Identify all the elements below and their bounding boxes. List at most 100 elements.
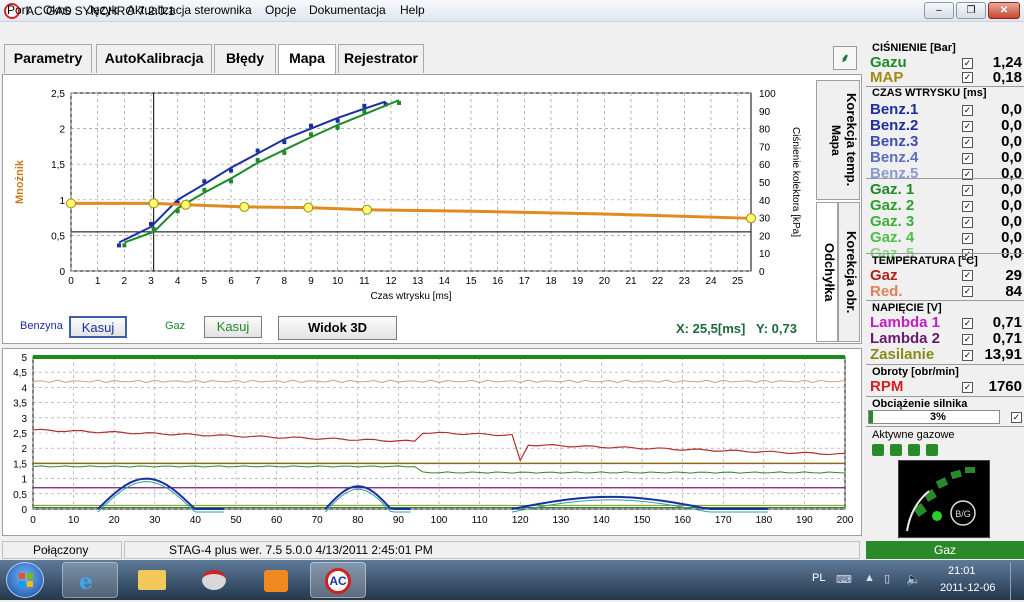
gaz-1-checkbox[interactable]: ✓: [962, 185, 973, 196]
temp-red-checkbox[interactable]: ✓: [962, 286, 973, 297]
gaz-point: [122, 243, 127, 248]
rpm-checkbox[interactable]: ✓: [962, 382, 973, 393]
widok-3d-button[interactable]: Widok 3D: [278, 316, 397, 340]
temp-gaz-checkbox[interactable]: ✓: [962, 270, 973, 281]
gaz-point: [151, 226, 156, 231]
app3-taskbar-button[interactable]: [186, 562, 242, 598]
menu-dokumentacja[interactable]: Dokumentacja: [309, 3, 386, 17]
rpm-label: RPM: [870, 378, 904, 395]
load-checkbox[interactable]: ✓: [1011, 412, 1022, 423]
lambda2-checkbox[interactable]: ✓: [962, 334, 973, 345]
connection-status: Połączony: [2, 541, 122, 559]
language-indicator[interactable]: PL: [812, 572, 825, 584]
folder-icon: [138, 570, 166, 590]
kasuj-gaz-button[interactable]: Kasuj: [204, 316, 262, 338]
zasilanie-checkbox[interactable]: ✓: [962, 350, 973, 361]
acgas-icon: AC: [325, 568, 351, 594]
gaz-4-checkbox[interactable]: ✓: [962, 233, 973, 244]
menu-port[interactable]: Port: [7, 3, 29, 17]
volume-icon[interactable]: 🔈: [906, 572, 921, 586]
acgas-taskbar-button[interactable]: AC: [310, 562, 366, 598]
x-tick-label: 9: [308, 276, 314, 287]
x-tick-label: 10: [332, 276, 344, 287]
x-tick-label: 8: [282, 276, 288, 287]
y-tick-label: 0: [59, 267, 65, 278]
tab-odchylka[interactable]: Odchyłka: [816, 202, 838, 342]
gaz-3-checkbox[interactable]: ✓: [962, 217, 973, 228]
menu-bar: [0, 22, 1024, 40]
menu-okno[interactable]: Okno: [43, 3, 72, 17]
load-value: 3%: [930, 411, 946, 423]
rt-x-tick-label: 120: [512, 515, 529, 526]
rt-y-tick-label: 2: [21, 444, 27, 455]
clock-date[interactable]: 2011-12-06: [940, 582, 995, 594]
temp-gaz-label: Gaz: [870, 267, 898, 284]
multiplier-control-point: [239, 201, 250, 212]
benz-3-checkbox[interactable]: ✓: [962, 137, 973, 148]
y2-axis-label: Ciśnienie kolektora [kPa]: [790, 127, 801, 237]
multiplier-control-point: [66, 198, 76, 209]
tray-expand-icon[interactable]: ▲: [864, 572, 875, 584]
menu-aktualizacja[interactable]: Aktualizacja sterownika: [127, 3, 252, 17]
rt-y-tick-label: 0,5: [13, 490, 27, 501]
lambda1-checkbox[interactable]: ✓: [962, 318, 973, 329]
start-button[interactable]: [6, 562, 44, 598]
benzyna-point: [117, 243, 121, 248]
x-tick-label: 4: [175, 276, 181, 287]
cursor-x-readout: X: 25,5[ms]: [676, 321, 746, 336]
battery-icon[interactable]: ▯: [884, 572, 890, 585]
fuel-level-bars-icon: [906, 467, 975, 532]
gaz-2-checkbox[interactable]: ✓: [962, 201, 973, 212]
menu-help[interactable]: Help: [400, 3, 425, 17]
separator: [866, 396, 1024, 397]
rpm-value: 1760: [988, 378, 1022, 395]
tab-mapa-korekcja-temp[interactable]: Korekcja temp. Mapa: [816, 80, 860, 200]
menu-jezyk[interactable]: Język: [87, 3, 118, 17]
gaz-point: [335, 125, 340, 130]
tab-parametry[interactable]: Parametry: [4, 44, 92, 73]
benz-4-label: Benz.4: [870, 149, 919, 166]
minimize-button[interactable]: ‒: [924, 2, 954, 19]
benz-1-value: 0,0: [1001, 101, 1022, 118]
tab-rejestrator[interactable]: Rejestrator: [338, 44, 424, 73]
tab-korekcja-obr[interactable]: Korekcja obr.: [838, 202, 860, 342]
kasuj-benzyna-button[interactable]: Kasuj: [69, 316, 127, 338]
explorer-taskbar-button[interactable]: [124, 562, 180, 598]
fuel-switch-graphic: B/G: [906, 467, 976, 532]
menu-opcje[interactable]: Opcje: [265, 3, 296, 17]
benz-1-checkbox[interactable]: ✓: [962, 105, 973, 116]
multiplier-control-point: [362, 204, 372, 215]
benz-2-checkbox[interactable]: ✓: [962, 121, 973, 132]
settings-wrench-icon[interactable]: ⸙: [833, 46, 857, 70]
rt-x-tick-label: 0: [30, 515, 36, 526]
tab-autokalibracja[interactable]: AutoKalibracja: [96, 44, 212, 73]
tab-bledy[interactable]: Błędy: [214, 44, 276, 73]
close-button[interactable]: ✕: [988, 2, 1020, 19]
keyboard-icon[interactable]: ⌨: [836, 573, 852, 586]
rt-x-tick-label: 150: [634, 515, 651, 526]
clock-time[interactable]: 21:01: [948, 565, 976, 577]
tab-mapa[interactable]: Mapa: [278, 44, 336, 75]
y2-tick-label: 0: [759, 267, 765, 278]
fuel-switch-panel[interactable]: B/G: [898, 460, 990, 538]
maximize-button[interactable]: ❐: [956, 2, 986, 19]
show-desktop-button[interactable]: [1010, 562, 1024, 600]
injector-4-icon: [926, 444, 938, 456]
rt-y-tick-label: 4: [21, 383, 27, 394]
y2-tick-label: 90: [759, 107, 771, 118]
ie-taskbar-button[interactable]: e: [62, 562, 118, 598]
correction-map-chart: 0 1 2 3 4 5 6 7 8 9 10 11 12 13 14 15 16 17 18 19 20 21 22 23 24…: [14, 89, 801, 302]
x-tick-label: 21: [625, 276, 637, 287]
media-taskbar-button[interactable]: [248, 562, 304, 598]
gaz-1-value: 0,0: [1001, 181, 1022, 198]
multiplier-control-point: [746, 213, 756, 224]
rt-y-tick-label: 4,5: [13, 368, 27, 379]
gazu-checkbox[interactable]: ✓: [962, 58, 973, 69]
side-tab-korekcja-temp: Korekcja temp.: [844, 93, 859, 187]
map-panel: 0 1 2 3 4 5 6 7 8 9 10 11 12 13 14 15 16 17 18 19 20 21 22 23 24…: [2, 74, 862, 344]
injection-title: CZAS WTRYSKU [ms]: [872, 87, 987, 99]
benzyna-point: [149, 222, 153, 227]
gaz-point: [309, 132, 313, 137]
benz-4-checkbox[interactable]: ✓: [962, 153, 973, 164]
map-checkbox[interactable]: ✓: [962, 72, 973, 83]
